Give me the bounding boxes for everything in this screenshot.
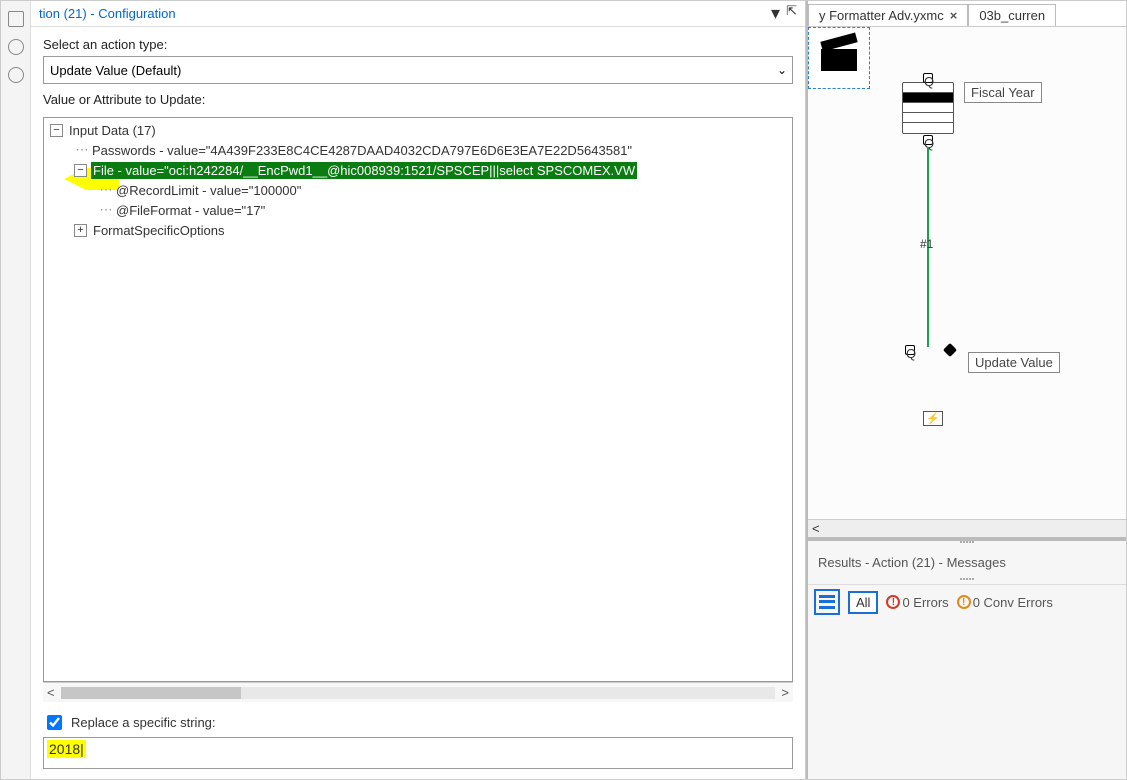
replace-string-checkbox[interactable] [47, 715, 62, 730]
clapper-icon [821, 43, 857, 73]
tree-node-recordlimit[interactable]: @RecordLimit - value="100000" [114, 182, 303, 199]
circle-icon[interactable] [8, 39, 24, 55]
attribute-tree[interactable]: − Input Data (17) ⋯ Passwords - value="4… [43, 117, 793, 682]
config-title: tion (21) - Configuration [39, 6, 176, 21]
scroll-left-icon[interactable]: < [47, 685, 55, 700]
anchor-bottom[interactable]: Q [923, 135, 933, 145]
anchor-diamond[interactable] [943, 343, 957, 357]
scroll-left-icon[interactable]: < [812, 521, 820, 536]
tab-formatter[interactable]: y Formatter Adv.yxmc × [808, 4, 968, 27]
collapse-toggle[interactable]: − [50, 124, 63, 137]
scroll-thumb[interactable] [61, 687, 241, 699]
tree-node-fso[interactable]: FormatSpecificOptions [91, 222, 227, 239]
expand-toggle[interactable]: + [74, 224, 87, 237]
tree-node-passwords[interactable]: Passwords - value="4A439F233E8C4CE4287DA… [90, 142, 634, 159]
conv-errors-count: 0 Conv Errors [973, 595, 1053, 610]
wire-label: #1 [920, 237, 933, 251]
tab-label: 03b_curren [979, 8, 1045, 23]
close-icon[interactable]: × [950, 8, 958, 23]
scroll-right-icon[interactable]: > [781, 685, 789, 700]
filter-all-button[interactable]: All [848, 591, 878, 614]
replace-string-label: Replace a specific string: [71, 715, 216, 730]
tree-connector: ⋯ [98, 182, 114, 198]
workflow-tabs: y Formatter Adv.yxmc × 03b_curren [808, 1, 1126, 27]
right-pane: y Formatter Adv.yxmc × 03b_curren Q Q Fi… [806, 1, 1126, 779]
errors-count: 0 Errors [902, 595, 948, 610]
tab-current[interactable]: 03b_curren [968, 4, 1056, 27]
action-tool-node[interactable] [808, 27, 870, 89]
tree-connector: ⋯ [74, 142, 90, 158]
collapse-icon[interactable]: ▾ [771, 3, 780, 24]
config-panel: tion (21) - Configuration ▾ ⇱ Select an … [31, 1, 806, 779]
anchor-top[interactable]: Q [923, 73, 933, 83]
results-panel: Results - Action (21) - Messages All !0 … [808, 537, 1126, 779]
tree-label: Value or Attribute to Update: [43, 92, 793, 107]
tree-node-fileformat[interactable]: @FileFormat - value="17" [114, 202, 267, 219]
canvas-horizontal-scrollbar[interactable]: < [808, 519, 1126, 537]
tree-node-root[interactable]: Input Data (17) [67, 122, 158, 139]
tab-label: y Formatter Adv.yxmc [819, 8, 944, 23]
conv-errors-badge[interactable]: !0 Conv Errors [957, 595, 1053, 610]
tree-connector: ⋯ [98, 202, 114, 218]
results-title: Results - Action (21) - Messages [808, 547, 1126, 578]
dropdown-tool-node[interactable] [902, 82, 954, 134]
left-rail [1, 1, 31, 779]
config-title-bar: tion (21) - Configuration ▾ ⇱ [31, 1, 805, 27]
tree-node-file[interactable]: File - value="oci:h242284/__EncPwd1__@hi… [91, 162, 637, 179]
action-type-select[interactable] [43, 56, 793, 84]
list-view-icon[interactable] [814, 589, 840, 615]
pin-icon[interactable]: ⇱ [786, 3, 797, 24]
lightning-anchor-icon[interactable]: ⚡ [923, 411, 943, 426]
node-label-update-value: Update Value [968, 352, 1060, 373]
anchor-q[interactable]: Q [905, 345, 915, 355]
collapse-toggle[interactable]: − [74, 164, 87, 177]
workflow-canvas[interactable]: Q Q Fiscal Year #1 Q ⚡ Update Value [808, 27, 1126, 519]
circle-icon-2[interactable] [8, 67, 24, 83]
node-label-fiscal-year: Fiscal Year [964, 82, 1042, 103]
gear-icon[interactable] [8, 11, 24, 27]
tree-horizontal-scrollbar[interactable]: < > [43, 682, 793, 702]
errors-badge[interactable]: !0 Errors [886, 595, 948, 610]
replace-string-input-wrap[interactable]: 2018| [43, 737, 793, 769]
replace-string-value[interactable]: 2018| [47, 740, 86, 758]
select-action-label: Select an action type: [43, 37, 793, 52]
